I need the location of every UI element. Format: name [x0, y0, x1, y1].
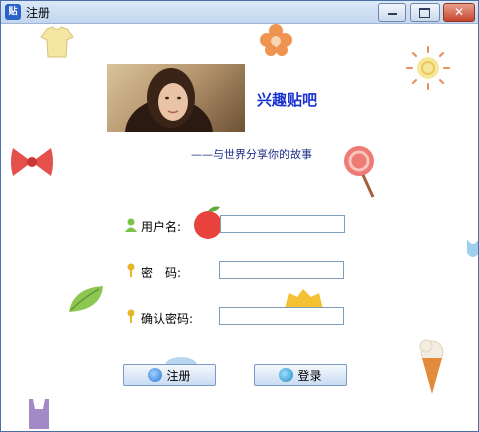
vase-sticker-icon: [29, 399, 49, 429]
key-icon: [127, 309, 135, 323]
password-label: 密 码:: [141, 266, 182, 280]
username-input[interactable]: [220, 215, 345, 233]
login-globe-icon: [279, 368, 294, 382]
close-icon: ✕: [453, 5, 465, 19]
window-title: 注册: [26, 6, 51, 20]
app-subtitle: ——与世界分享你的故事: [191, 148, 312, 161]
app-icon: 贴: [5, 4, 21, 20]
username-label: 用户名:: [141, 220, 182, 234]
login-button-label: 登录: [297, 368, 322, 383]
register-button-label: 注册: [166, 368, 191, 383]
maximize-button[interactable]: [410, 3, 440, 22]
bow-sticker-icon: [11, 148, 53, 176]
register-window: 贴 注册 ✕ 兴趣贴吧 ——与世界分享你的故事 用户名: 密 码: 确认密码: …: [0, 0, 479, 432]
tshirt-sticker-icon: [40, 26, 74, 58]
confirm-password-input[interactable]: [219, 307, 344, 325]
password-input[interactable]: [219, 261, 344, 279]
key-icon: [127, 263, 135, 277]
lollipop-sticker-icon: [344, 146, 375, 198]
close-button[interactable]: ✕: [443, 3, 475, 22]
app-title: 兴趣贴吧: [257, 91, 318, 109]
user-icon: [125, 218, 137, 232]
tulip-sticker-icon: [467, 239, 478, 257]
maximize-icon: [419, 8, 430, 18]
icecream-sticker-icon: [419, 339, 444, 394]
flower-sticker-icon: [260, 24, 292, 56]
minimize-button[interactable]: [378, 3, 406, 22]
register-button[interactable]: 注册: [123, 364, 216, 386]
sun-sticker-icon: [406, 46, 450, 90]
title-bar[interactable]: 贴 注册 ✕: [1, 1, 478, 24]
minimize-icon: [388, 13, 397, 15]
login-button[interactable]: 登录: [254, 364, 347, 386]
leaf-sticker-icon: [69, 286, 103, 312]
profile-photo: [107, 64, 245, 132]
woman-portrait-image: [125, 68, 213, 132]
confirm-password-label: 确认密码:: [141, 312, 194, 326]
register-arrow-icon: [148, 368, 163, 382]
